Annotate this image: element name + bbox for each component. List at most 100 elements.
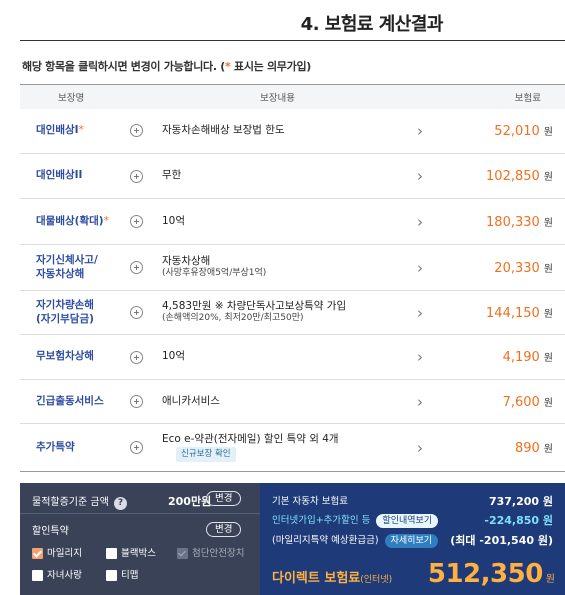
coverage-premium: 7,600 원: [435, 380, 565, 424]
coverage-detail-text: 자동차손해배상 보장법 한도: [162, 123, 285, 136]
chevron-right-icon[interactable]: ›: [405, 245, 435, 291]
checkbox-tmap[interactable]: 티맵: [106, 569, 138, 582]
coverage-detail-text: Eco e-약관(전자메일) 할인 특약 외 4개: [162, 433, 339, 446]
plus-circle-icon[interactable]: [129, 306, 143, 319]
expand-cell[interactable]: [110, 291, 162, 335]
coverage-detail-sub: (사망후유장애5억/부상1억): [162, 268, 267, 279]
expand-cell[interactable]: [110, 424, 162, 472]
chevron-right-icon[interactable]: ›: [405, 199, 435, 245]
checkbox-icon[interactable]: [106, 548, 117, 559]
plus-circle-icon[interactable]: [129, 124, 143, 138]
page-title: 4. 보험료 계산결과: [300, 14, 444, 35]
coverage-premium: 4,190 원: [435, 335, 565, 380]
coverage-name-text: 대인배상I: [36, 124, 79, 137]
coverage-row[interactable]: 대물배상(확대)* 10억 › 180,330 원: [20, 199, 565, 245]
expand-cell[interactable]: [110, 245, 162, 291]
plus-circle-icon[interactable]: [129, 169, 143, 183]
plus-circle-icon[interactable]: [129, 215, 143, 228]
expand-cell[interactable]: [110, 380, 162, 424]
checkbox-blackbox[interactable]: 블랙박스: [106, 547, 156, 560]
plus-circle-icon[interactable]: [129, 441, 143, 454]
premium-value: 102,850: [486, 169, 540, 184]
expand-cell[interactable]: [110, 199, 162, 245]
coverage-premium: 102,850 원: [435, 154, 565, 199]
online-discount-value: -224,850 원: [484, 514, 553, 527]
chevron-right-icon[interactable]: ›: [405, 335, 435, 380]
coverage-name: 긴급출동서비스: [20, 380, 110, 424]
header-coverage-name: 보장명: [20, 84, 162, 109]
header-coverage-detail: 보장내용: [162, 84, 435, 109]
coverage-row[interactable]: 긴급출동서비스 애니카서비스 › 7,600 원: [20, 380, 565, 424]
premium-unit: 원: [543, 172, 553, 183]
coverage-name: 자기신체사고/ 자동차상해: [20, 245, 110, 291]
coverage-premium: 890 원: [435, 424, 565, 472]
title-divider: [20, 40, 565, 41]
coverage-row[interactable]: 대인배상II 무한 › 102,850 원: [20, 154, 565, 199]
coverage-name: 대인배상I*: [20, 109, 110, 154]
premium-unit: 원: [543, 443, 553, 455]
plus-circle-icon[interactable]: [129, 261, 143, 274]
chevron-right-icon[interactable]: ›: [405, 424, 435, 472]
expand-cell[interactable]: [110, 109, 162, 154]
chevron-right-icon[interactable]: ›: [405, 154, 435, 199]
premium-value: 20,330: [494, 260, 540, 276]
coverage-detail-sub: (손해액의20%, 최저20만/최고50만): [162, 313, 304, 324]
coverage-detail-text: 4,583만원 ※ 차량단독사고보상특약 가입: [162, 299, 347, 312]
coverage-name-text: 추가특약: [36, 440, 75, 453]
base-premium-value: 737,200 원: [488, 495, 553, 508]
premium-value: 144,150: [486, 305, 540, 321]
coverage-premium: 52,010 원: [435, 109, 565, 154]
coverage-detail: 애니카서비스: [162, 380, 405, 424]
table-header-row: 보장명 보장내용 보험료: [20, 84, 565, 109]
checkbox-mileage[interactable]: 마일리지: [32, 547, 82, 560]
coverage-row[interactable]: 자기신체사고/ 자동차상해 자동차상해 (사망후유장애5억/부상1억) › 20,330…: [20, 245, 565, 291]
coverage-row[interactable]: 대인배상I* 자동차손해배상 보장법 한도 › 52,010 원: [20, 109, 565, 154]
online-discount-row: 인터넷가입+추가할인 등 할인내역보기 -224,850 원: [272, 514, 553, 528]
checkbox-icon[interactable]: [106, 570, 117, 581]
premium-value: 52,010: [494, 123, 540, 139]
coverage-name: 대인배상II: [20, 154, 110, 199]
refund-detail-button[interactable]: 자세히보기: [384, 534, 439, 548]
plus-circle-icon[interactable]: [129, 395, 143, 408]
checkbox-icon: [177, 548, 188, 559]
premium-value: 4,190: [502, 350, 540, 365]
mileage-value: 200만원: [168, 495, 212, 508]
expand-cell[interactable]: [110, 154, 162, 199]
checkbox-icon[interactable]: [32, 570, 43, 581]
coverage-row[interactable]: 자기차량손해 (자기부담금) 4,583만원 ※ 차량단독사고보상특약 가입 (손해…: [20, 291, 565, 335]
online-discount-label: 인터넷가입+추가할인 등: [272, 515, 371, 526]
chevron-right-icon[interactable]: ›: [405, 109, 435, 154]
discount-change-button[interactable]: 변경: [206, 522, 242, 537]
coverage-detail-text: 애니카서비스: [162, 394, 220, 407]
coverage-detail-text: 10억: [162, 350, 186, 363]
checkbox-safety-device: 첨단안전장치: [177, 547, 244, 560]
total-premium: 512,350 원: [427, 559, 555, 589]
coverage-detail-text: 10억: [162, 214, 186, 227]
coverage-row[interactable]: 추가특약 Eco e-약관(전자메일) 할인 특약 외 4개신규보장 확인 › 890…: [20, 424, 565, 472]
mileage-refund-row: (마일리지특약 예상환급금) 자세히보기 (최대 -201,540 원): [272, 534, 553, 548]
coverage-name: 무보험차상해: [20, 335, 110, 380]
help-icon[interactable]: ?: [113, 497, 127, 510]
mileage-change-button[interactable]: 변경: [206, 491, 242, 506]
coverage-row[interactable]: 무보험차상해 10억 › 4,190 원: [20, 335, 565, 380]
coverage-premium: 180,330 원: [435, 199, 565, 245]
premium-unit: 원: [543, 126, 553, 138]
chevron-right-icon[interactable]: ›: [405, 291, 435, 335]
coverage-detail-text: 자동차상해: [162, 254, 211, 267]
checkbox-icon[interactable]: [32, 548, 43, 559]
new-coverage-badge[interactable]: 신규보장 확인: [176, 446, 236, 462]
total-panel: 기본 자동차 보험료 737,200 원 인터넷가입+추가할인 등 할인내역보기…: [260, 483, 565, 595]
plus-circle-icon[interactable]: [129, 350, 143, 364]
checkbox-child[interactable]: 자녀사랑: [32, 569, 82, 582]
premium-unit: 원: [543, 397, 553, 409]
discount-detail-button[interactable]: 할인내역보기: [376, 514, 439, 528]
coverage-detail-text: 무한: [162, 169, 182, 182]
coverage-name-text: 대인배상II: [36, 169, 83, 182]
direct-premium-label: 다이렉트 보험료(인터넷): [272, 571, 393, 586]
options-divider: [20, 513, 260, 514]
chevron-right-icon[interactable]: ›: [405, 380, 435, 424]
required-star: *: [78, 124, 84, 137]
coverage-name-text: 긴급출동서비스: [36, 394, 104, 407]
expand-cell[interactable]: [110, 335, 162, 380]
mileage-refund-value: (최대 -201,540 원): [450, 534, 553, 547]
